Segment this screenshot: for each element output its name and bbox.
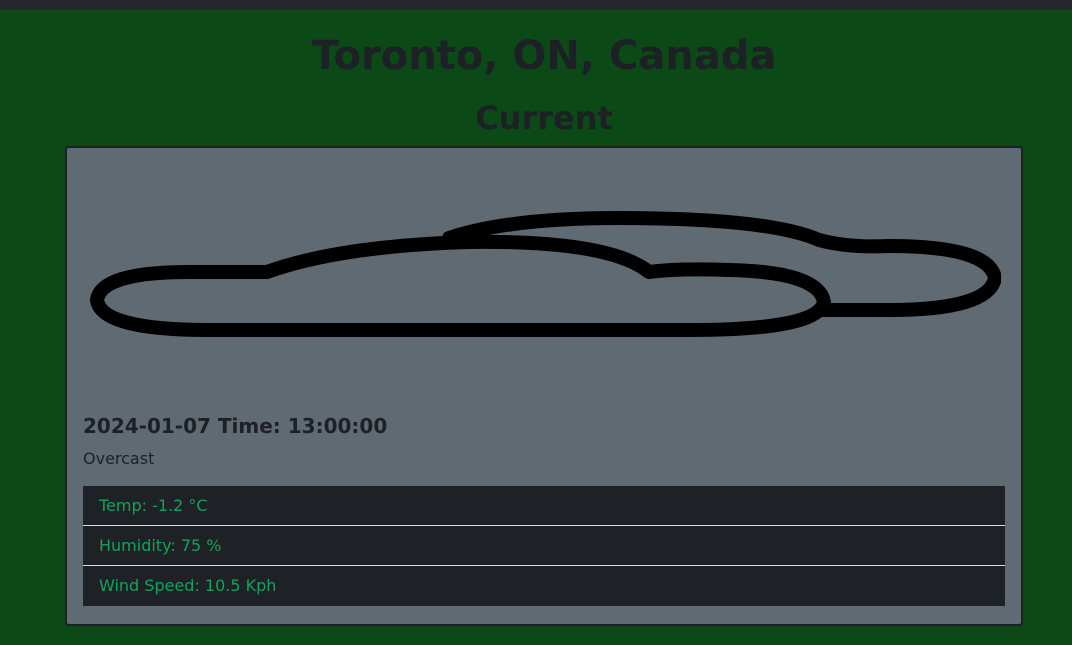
front-cloud-shape <box>90 234 831 337</box>
section-title: Current <box>475 99 613 137</box>
forecast-datetime: 2024-01-07 Time: 13:00:00 <box>83 414 388 438</box>
top-bar <box>0 0 1072 10</box>
wind-speed-item: Wind Speed: 10.5 Kph <box>83 566 1005 606</box>
weather-condition: Overcast <box>83 449 155 468</box>
humidity-item: Humidity: 75 % <box>83 526 1005 566</box>
location-title: Toronto, ON, Canada <box>311 33 777 79</box>
weather-card: 2024-01-07 Time: 13:00:00 Overcast Temp:… <box>65 146 1023 626</box>
cloud-icon <box>90 211 1001 337</box>
weather-stats-list: Temp: -1.2 °C Humidity: 75 % Wind Speed:… <box>83 486 1005 606</box>
temperature-item: Temp: -1.2 °C <box>83 486 1005 526</box>
